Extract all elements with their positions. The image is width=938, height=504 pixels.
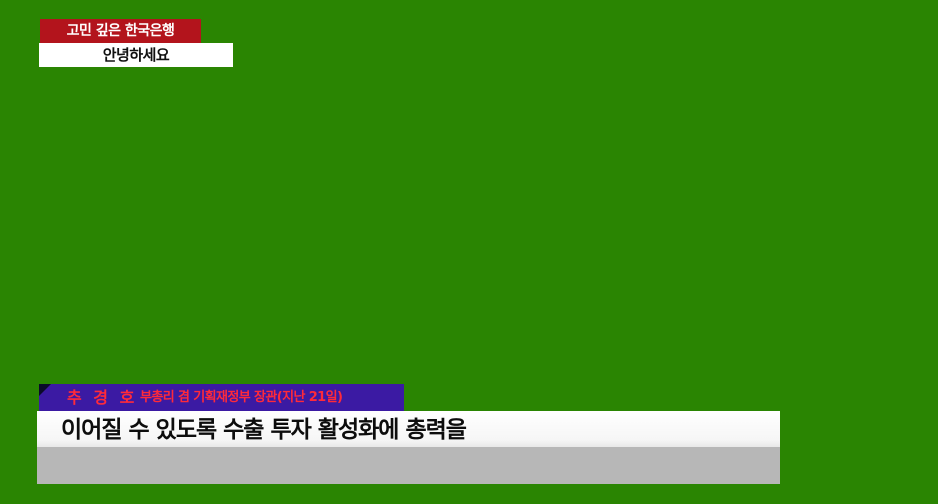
- speaker-name: 추 경 호: [67, 388, 138, 407]
- subline-bar: [37, 447, 780, 484]
- news-topic-tag: 고민 깊은 한국은행: [40, 19, 201, 43]
- headline-text: 이어질 수 있도록 수출 투자 활성화에 총력을: [61, 417, 467, 443]
- news-topic-subtitle: 안녕하세요: [39, 43, 233, 67]
- headline-bar: 이어질 수 있도록 수출 투자 활성화에 총력을: [37, 411, 780, 447]
- corner-accent: [39, 384, 51, 396]
- speaker-bar: 추 경 호 부총리 겸 기획재정부 장관(지난 21일): [39, 384, 404, 411]
- speaker-title: 부총리 겸 기획재정부 장관(지난 21일): [140, 390, 343, 405]
